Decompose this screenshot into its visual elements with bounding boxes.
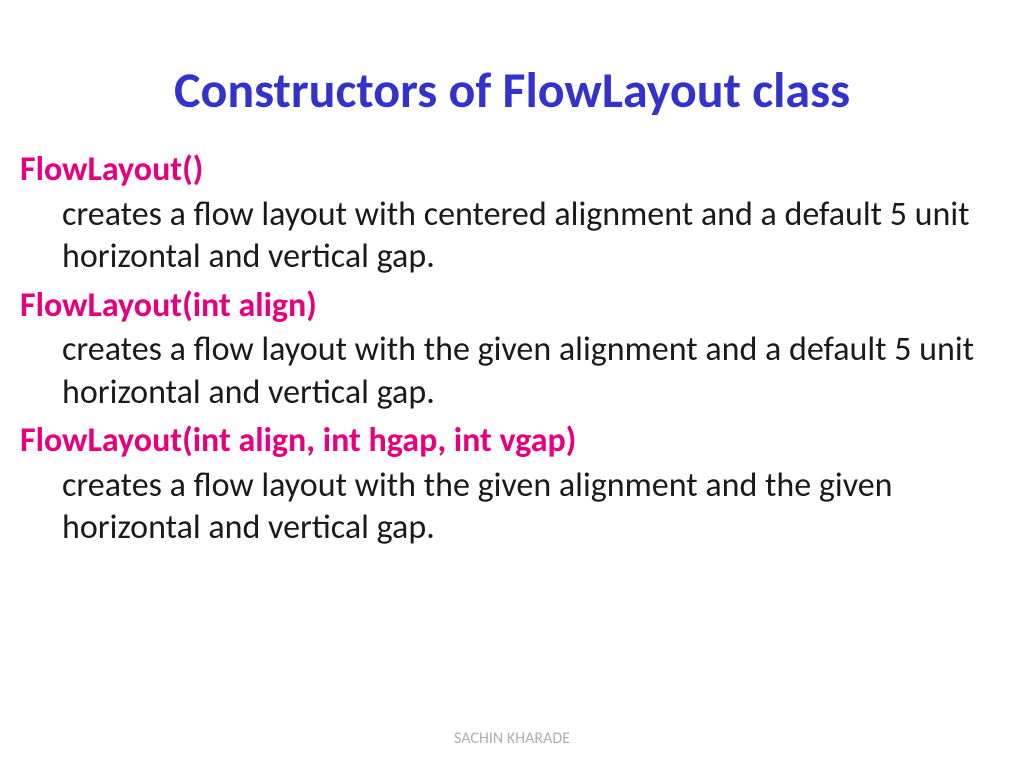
footer-author: SACHIN KHARADE [0,729,1024,748]
constructor-description: creates a flow layout with the given ali… [20,465,1004,550]
slide-title: Constructors of FlowLayout class [20,60,1004,121]
constructor-description: creates a flow layout with centered alig… [20,194,1004,279]
constructor-signature: FlowLayout() [20,149,1004,192]
constructor-signature: FlowLayout(int align, int hgap, int vgap… [20,420,1004,463]
constructor-signature: FlowLayout(int align) [20,285,1004,328]
slide-content: Constructors of FlowLayout class FlowLay… [0,0,1024,768]
constructor-description: creates a flow layout with the given ali… [20,329,1004,414]
